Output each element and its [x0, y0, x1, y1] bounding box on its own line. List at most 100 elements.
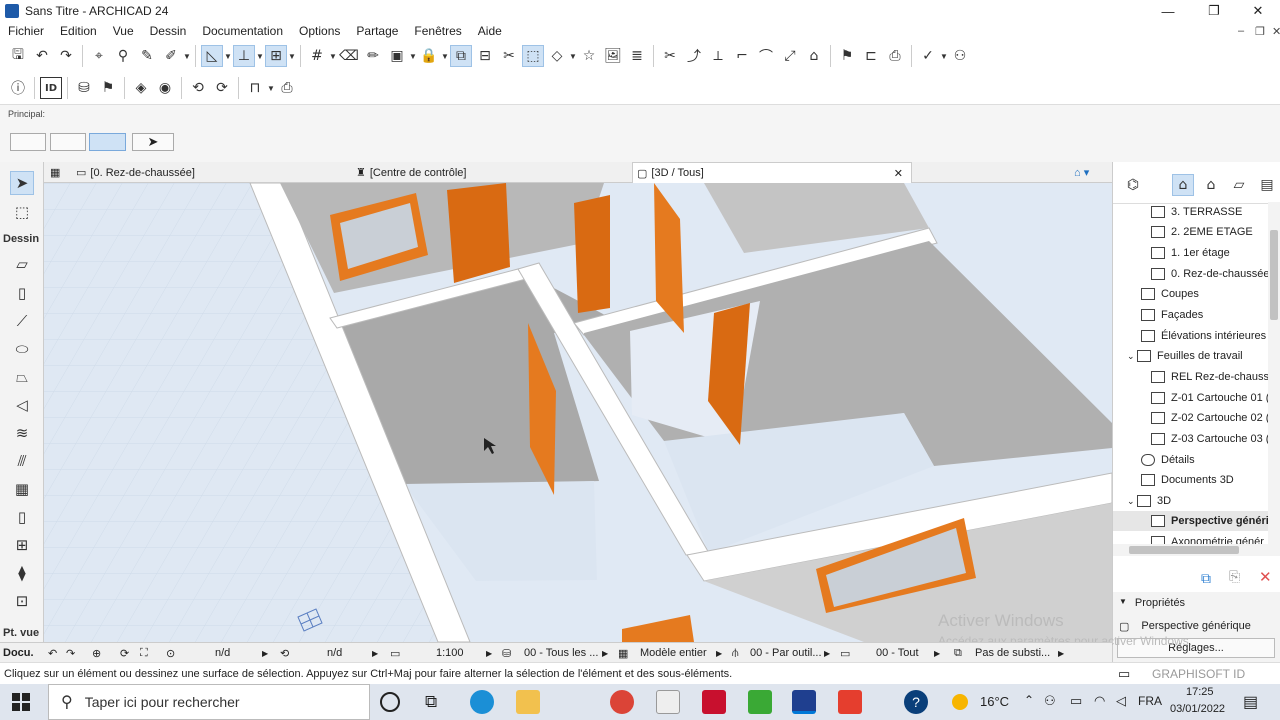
menu-dessin[interactable]: Dessin [142, 24, 195, 38]
arrow-mode-button[interactable]: ➤ [132, 133, 174, 151]
store-icon[interactable] [656, 690, 680, 714]
graphic-override-dropdown[interactable]: Pas de substi... [975, 643, 1050, 663]
tab-close-icon[interactable]: ✕ [894, 167, 903, 180]
chevron-right-icon[interactable]: ▶ [262, 643, 268, 663]
navigator-scrollbar-vertical[interactable] [1268, 202, 1280, 544]
undo-icon[interactable]: ↶ [31, 45, 53, 67]
lock-icon[interactable]: 🔒 [418, 45, 440, 67]
tag-icon[interactable]: ⚑ [97, 77, 119, 99]
zoom-icon[interactable]: ⊙ [166, 643, 175, 663]
nav-item-z01[interactable]: Z-01 Cartouche 01 ( [1151, 388, 1269, 408]
autocad-icon[interactable] [702, 690, 726, 714]
navigator-scrollbar-horizontal[interactable] [1113, 544, 1280, 556]
search-icon[interactable]: ⚲ [112, 45, 134, 67]
people-icon[interactable]: ⚇ [1044, 693, 1056, 709]
stack-icon[interactable]: ≣ [626, 45, 648, 67]
nav-item-coupes[interactable]: Coupes [1141, 284, 1269, 304]
wall-tool-icon[interactable]: ▱ [10, 252, 34, 276]
graphisoft-id-link[interactable]: GRAPHISOFT ID [1152, 667, 1245, 681]
info-icon[interactable]: ⓘ [7, 77, 29, 99]
delete-icon[interactable]: ✕ [1259, 568, 1272, 586]
print-icon[interactable]: ⎙ [276, 77, 298, 99]
layer-combination-dropdown[interactable]: 00 - Tous les ... [524, 643, 598, 663]
align-icon[interactable]: ⟂ [707, 45, 729, 67]
volume-icon[interactable]: ◁ [1116, 693, 1126, 709]
project-map-icon[interactable]: ⌂ [1172, 174, 1194, 196]
shell-tool-icon[interactable]: ◁ [10, 393, 34, 417]
grid-snap-icon[interactable]: ⊞ [265, 45, 287, 67]
offset-icon[interactable]: ⌐ [731, 45, 753, 67]
tab-floor-plan[interactable]: ▭ [0. Rez-de-chaussée] [72, 162, 372, 183]
maximize-button[interactable]: ❐ [1191, 0, 1237, 22]
recorder-icon[interactable] [838, 690, 862, 714]
chevron-right-icon[interactable]: ▶ [486, 643, 492, 663]
scale-dropdown[interactable]: 1:100 [436, 643, 464, 663]
temperature[interactable]: 16°C [980, 694, 1009, 709]
layer-icon[interactable]: ▣ [386, 45, 408, 67]
nav-item-terrasse[interactable]: 3. TERRASSE [1151, 202, 1269, 222]
selection-mode-field[interactable] [50, 133, 86, 151]
new-view-icon[interactable]: ⧉ [1201, 570, 1211, 587]
menu-aide[interactable]: Aide [470, 24, 510, 38]
eraser-icon[interactable]: ⌫ [338, 45, 360, 67]
nav-item-rez-de-chaussee[interactable]: 0. Rez-de-chaussée [1151, 264, 1269, 284]
tab-control-center[interactable]: ♜ [Centre de contrôle] [352, 162, 632, 183]
publisher-icon[interactable]: ▤ [1256, 174, 1278, 196]
chevron-right-icon[interactable]: ▶ [716, 643, 722, 663]
dimension-icon[interactable]: ⊟ [474, 45, 496, 67]
model-view-icon[interactable]: ⟲ [187, 77, 209, 99]
orbit-icon[interactable]: ◇ [546, 45, 568, 67]
camtasia-icon[interactable] [748, 690, 772, 714]
scroll-thumb[interactable] [1270, 230, 1278, 320]
scroll-thumb[interactable] [1129, 546, 1239, 554]
chevron-right-icon[interactable]: ▶ [824, 643, 830, 663]
arrow-tool-icon[interactable]: ➤ [10, 171, 34, 195]
undo-zoom-icon[interactable]: ↶ [48, 643, 57, 663]
flag-icon[interactable]: ⚑ [836, 45, 858, 67]
pencil-icon[interactable]: ✏ [362, 45, 384, 67]
windows-start-icon[interactable] [12, 693, 30, 711]
slab-tool-icon[interactable]: ⬭ [10, 337, 34, 361]
navigator-map-icon[interactable]: ⌬ [1122, 174, 1144, 196]
curtain-wall-tool-icon[interactable]: ▦ [10, 477, 34, 501]
doc-close-icon[interactable]: ✕ [1264, 25, 1280, 38]
chevron-right-icon[interactable]: ▶ [1058, 643, 1064, 663]
nav-item-details[interactable]: Détails [1141, 450, 1269, 470]
resize-icon[interactable]: ⤢ [779, 45, 801, 67]
id-icon[interactable]: ID [40, 77, 62, 99]
save-icon[interactable]: 🖫 [7, 45, 29, 67]
beam-tool-icon[interactable]: ⟋ [10, 309, 34, 333]
publish-icon[interactable]: ⎙ [884, 45, 906, 67]
magic-wand-icon[interactable]: ⌖ [88, 45, 110, 67]
weather-icon[interactable] [952, 694, 968, 710]
layers-icon[interactable]: ⛁ [73, 77, 95, 99]
roof-icon[interactable]: ⌂ [803, 45, 825, 67]
cortana-icon[interactable] [380, 692, 400, 712]
language-indicator[interactable]: FRA [1138, 694, 1162, 708]
pen-set-icon[interactable]: ⟳ [211, 77, 233, 99]
menu-fenetres[interactable]: Fenêtres [406, 24, 469, 38]
object-tool-icon[interactable]: ⧫ [10, 561, 34, 585]
tab-3d[interactable]: ▢ [3D / Tous] ✕ [632, 162, 912, 183]
model-view-dropdown[interactable]: Modèle entier [640, 643, 707, 663]
close-button[interactable]: ✕ [1235, 0, 1280, 22]
renovation-icon[interactable]: ◉ [154, 77, 176, 99]
chevron-right-icon[interactable]: ▶ [934, 643, 940, 663]
menu-fichier[interactable]: Fichier [0, 24, 52, 38]
grid-icon[interactable]: # [306, 45, 328, 67]
nav-item-feuilles[interactable]: ⌄ Feuilles de travail [1127, 346, 1269, 366]
door-settings-icon[interactable]: ⊓ [244, 77, 266, 99]
nav-item-2eme-etage[interactable]: 2. 2EME ETAGE [1151, 222, 1269, 242]
collapse-icon[interactable]: ▼ [1119, 597, 1127, 609]
nav-item-z02[interactable]: Z-02 Cartouche 02 ( [1151, 408, 1269, 428]
nav-item-z03[interactable]: Z-03 Cartouche 03 ( [1151, 429, 1269, 449]
roof-tool-icon[interactable]: ⏢ [10, 365, 34, 389]
archicad-taskbar-icon[interactable] [792, 690, 816, 714]
nav-item-axonometrie[interactable]: Axonométrie génér [1151, 532, 1269, 544]
trim-icon[interactable]: ✂ [498, 45, 520, 67]
minimize-button[interactable]: — [1145, 0, 1191, 22]
chrome-icon[interactable] [610, 690, 634, 714]
menu-vue[interactable]: Vue [105, 24, 142, 38]
tab-list-icon[interactable]: ▦ [46, 162, 74, 183]
edge-icon[interactable] [470, 690, 494, 714]
